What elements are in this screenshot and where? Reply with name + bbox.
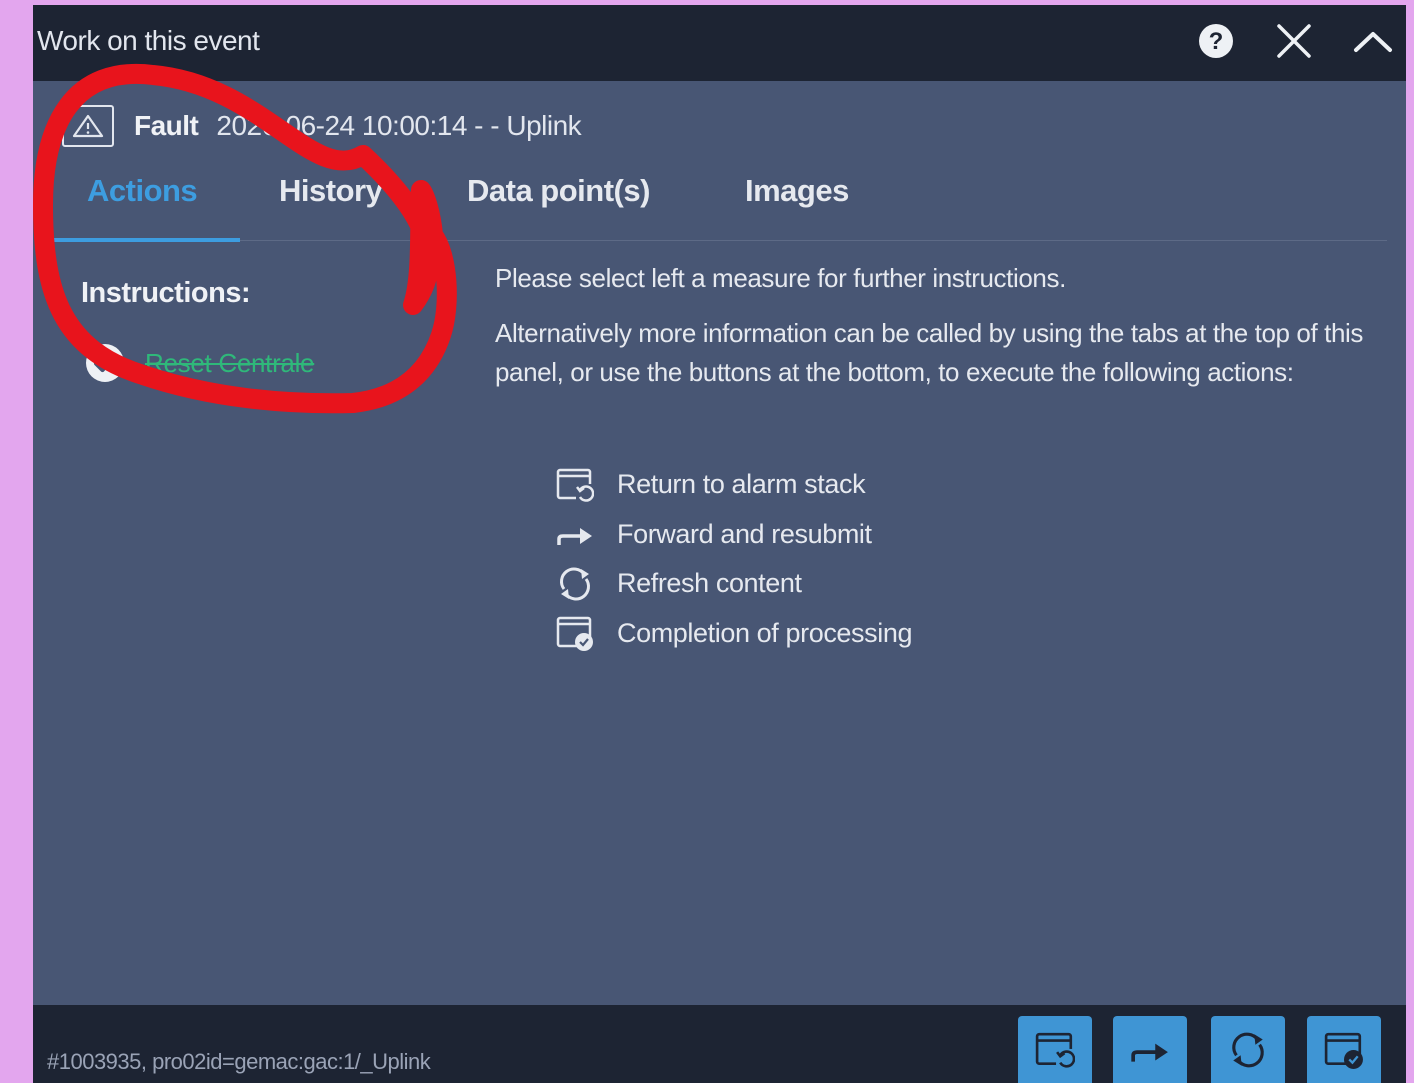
refresh-icon (555, 564, 595, 604)
warning-triangle-icon (62, 105, 114, 147)
forward-button[interactable] (1113, 1016, 1187, 1083)
refresh-button[interactable] (1211, 1016, 1285, 1083)
svg-text:?: ? (1209, 28, 1224, 55)
check-circle-icon (86, 344, 124, 382)
actions-list: Return to alarm stack Forward and resubm… (555, 460, 912, 658)
return-stack-icon (1035, 1032, 1075, 1068)
footer-bar: #1003935, pro02id=gemac:gac:1/_Uplink (33, 1005, 1406, 1083)
info-paragraph-2: Alternatively more information can be ca… (495, 318, 1363, 387)
instruction-label: Reset Centrale (145, 347, 315, 378)
collapse-button[interactable] (1351, 19, 1395, 63)
forward-arrow-icon (555, 514, 595, 554)
action-item-complete: Completion of processing (555, 609, 912, 659)
info-paragraph-1: Please select left a measure for further… (495, 263, 1066, 293)
tab-bar: Actions History Data point(s) Images (50, 165, 1387, 242)
tab-data-points[interactable]: Data point(s) (467, 173, 650, 209)
close-icon (1277, 24, 1311, 58)
action-item-refresh: Refresh content (555, 559, 912, 609)
help-icon: ? (1199, 24, 1233, 58)
tab-history[interactable]: History (279, 173, 383, 209)
complete-check-icon (555, 613, 595, 653)
event-header: Fault 2026-06-24 10:00:14 - - Uplink (62, 103, 582, 149)
help-button[interactable]: ? (1194, 19, 1238, 63)
action-label: Return to alarm stack (617, 469, 866, 500)
tab-images[interactable]: Images (745, 173, 849, 209)
return-stack-icon (555, 465, 595, 505)
return-to-stack-button[interactable] (1018, 1016, 1092, 1083)
title-bar: Work on this event ? (33, 5, 1406, 81)
action-label: Completion of processing (617, 617, 913, 648)
event-type: Fault (134, 110, 199, 141)
refresh-icon (1232, 1032, 1264, 1067)
event-description: 2026-06-24 10:00:14 - - Uplink (216, 110, 582, 141)
instruction-item[interactable]: Reset Centrale (85, 343, 315, 383)
complete-check-icon (1324, 1032, 1363, 1069)
active-tab-indicator (50, 238, 240, 242)
action-label: Refresh content (617, 568, 802, 599)
forward-arrow-icon (1131, 1043, 1168, 1062)
action-item-forward: Forward and resubmit (555, 510, 912, 560)
window-title: Work on this event (37, 25, 260, 56)
collapse-icon (1354, 32, 1392, 52)
action-item-return: Return to alarm stack (555, 460, 912, 510)
action-label: Forward and resubmit (617, 518, 872, 549)
info-panel: Please select left a measure for further… (495, 259, 1385, 408)
instructions-title: Instructions: (81, 277, 251, 309)
event-id: #1003935, pro02id=gemac:gac:1/_Uplink (47, 1049, 431, 1074)
tab-actions[interactable]: Actions (87, 173, 198, 209)
complete-button[interactable] (1307, 1016, 1381, 1083)
close-button[interactable] (1272, 19, 1316, 63)
event-panel: Work on this event ? Fault 2026-06-24 10… (33, 5, 1406, 1083)
